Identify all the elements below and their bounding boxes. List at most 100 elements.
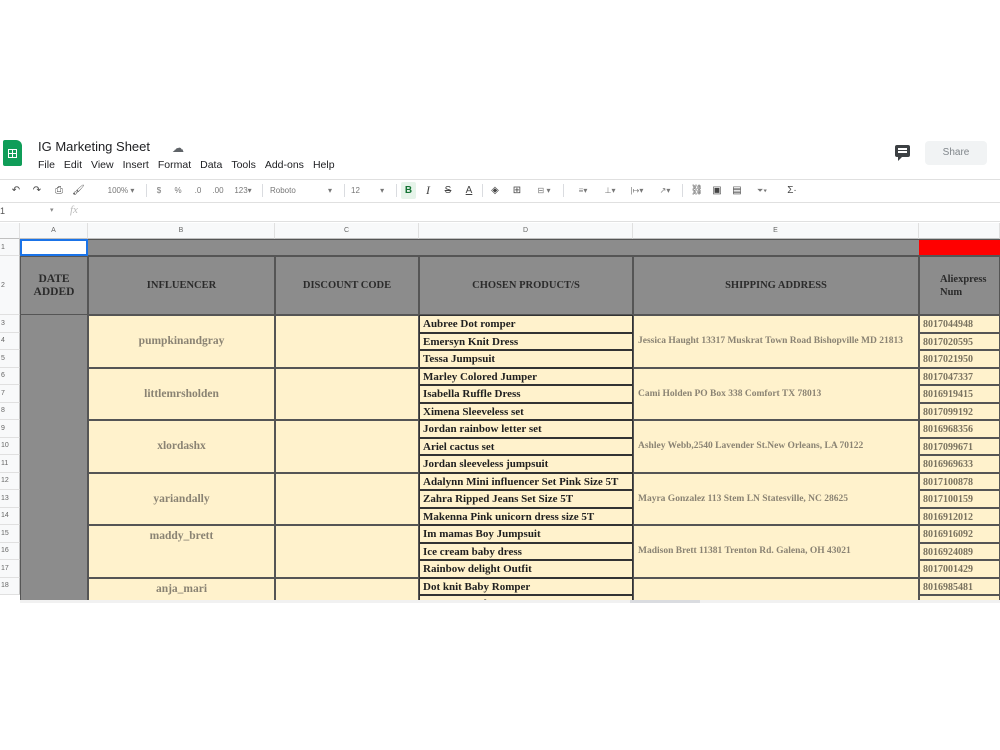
row-header[interactable]: 12 [0,472,20,490]
menu-view[interactable]: View [91,159,114,171]
aliexpress-number-cell[interactable]: 8016924089 [919,542,1000,560]
borders-icon[interactable]: ⊞ [510,182,524,199]
product-cell[interactable]: Ariel cactus set [419,437,633,455]
menu-data[interactable]: Data [200,159,222,171]
sheet-grid[interactable]: A B C D E 1 2 3 4 5 6 7 8 9 10 11 12 13 14 15 16 17 18 DATE ADD… [0,223,1000,603]
horizontal-scrollbar[interactable] [20,600,1000,603]
influencer-cell[interactable]: maddy_brett [88,525,275,578]
row-header[interactable]: 5 [0,350,20,368]
cloud-status-icon[interactable]: ☁ [172,141,184,155]
paint-format-icon[interactable]: 🖌 [72,182,85,199]
row-header[interactable]: 14 [0,507,20,525]
insert-comment-icon[interactable]: ▣ [710,182,724,199]
scrollbar-thumb[interactable] [630,600,700,603]
shipping-address-cell[interactable]: Madison Brett 11381 Trenton Rd. Galena, … [633,525,919,578]
row-header[interactable]: 1 [0,239,20,256]
shipping-address-cell[interactable]: Ashley Webb,2540 Lavender St.New Orleans… [633,420,919,473]
row1-cell[interactable] [633,239,919,256]
vertical-align-icon[interactable]: ⊥▾ [599,182,621,199]
horizontal-align-icon[interactable]: ≡▾ [572,182,594,199]
text-rotate-icon[interactable]: ↗▾ [654,182,676,199]
name-box-dropdown-icon[interactable]: ▾ [50,206,54,214]
product-cell[interactable]: Adalynn Mini influencer Set Pink Size 5T [419,472,633,490]
discount-code-cell[interactable] [275,420,419,473]
column-header-c[interactable]: C [275,223,419,239]
row1-cell[interactable] [88,239,275,256]
product-cell[interactable]: Jordan sleeveless jumpsuit [419,455,633,473]
undo-icon[interactable]: ↶ [10,182,22,199]
product-cell[interactable]: Rainbow delight Outfit [419,560,633,578]
row1-cell[interactable] [275,239,419,256]
redo-icon[interactable]: ↷ [31,182,43,199]
merge-cells-icon[interactable]: ⊟ ▾ [532,182,556,199]
row-header[interactable]: 11 [0,455,20,473]
font-size-select[interactable]: 12 ▾ [351,182,393,199]
currency-button[interactable]: $ [154,182,164,199]
aliexpress-number-cell[interactable]: 8017099192 [919,402,1000,420]
influencer-cell[interactable]: pumpkinandgray [88,315,275,368]
column-header-d[interactable]: D [419,223,633,239]
aliexpress-number-cell[interactable]: 8017099671 [919,437,1000,455]
name-box[interactable]: 1 [0,206,5,216]
shipping-address-cell[interactable]: Cami Holden PO Box 338 Comfort TX 78013 [633,367,919,420]
font-select[interactable]: Roboto ▾ [270,182,340,199]
shipping-address-cell[interactable]: Mayra Gonzalez 113 Stem LN Statesville, … [633,472,919,525]
strikethrough-button[interactable]: S [442,182,454,199]
row-header[interactable]: 2 [0,256,20,315]
share-button[interactable]: Share [925,141,987,165]
product-cell[interactable]: Ximena Sleeveless set [419,402,633,420]
row-header[interactable]: 13 [0,490,20,508]
discount-code-cell[interactable] [275,525,419,578]
print-icon[interactable]: ⎙ [53,182,65,199]
header-chosen-products[interactable]: CHOSEN PRODUCT/S [419,256,633,315]
row-header[interactable]: 7 [0,385,20,403]
header-aliexpress-number[interactable]: Aliexpress Num [919,256,1000,315]
row-header[interactable]: 18 [0,577,20,595]
filter-icon[interactable]: ⏷▾ [751,182,773,199]
discount-code-cell[interactable] [275,472,419,525]
aliexpress-number-cell[interactable]: 8016919415 [919,385,1000,403]
comment-history-icon[interactable] [895,145,910,161]
column-header-b[interactable]: B [88,223,275,239]
menu-insert[interactable]: Insert [123,159,149,171]
text-color-button[interactable]: A [462,182,476,199]
menu-format[interactable]: Format [158,159,191,171]
aliexpress-number-cell[interactable]: 8016912012 [919,507,1000,525]
functions-button[interactable]: Σ· [782,182,802,199]
row-header[interactable]: 9 [0,420,20,438]
product-cell[interactable]: Emersyn Knit Dress [419,332,633,350]
row-header[interactable]: 6 [0,367,20,385]
row-header[interactable]: 15 [0,525,20,543]
product-cell[interactable]: Zahra Ripped Jeans Set Size 5T [419,490,633,508]
product-cell[interactable]: Ice cream baby dress [419,542,633,560]
insert-link-icon[interactable]: ⛓ [690,182,704,199]
aliexpress-number-cell[interactable]: 8016969633 [919,455,1000,473]
product-cell[interactable]: Dot knit Baby Romper [419,577,633,595]
product-cell[interactable]: Isabella Ruffle Dress [419,385,633,403]
select-all-corner[interactable] [0,223,20,239]
aliexpress-number-cell[interactable]: 8016916092 [919,525,1000,543]
menu-edit[interactable]: Edit [64,159,82,171]
increase-decimal-button[interactable]: .00 [210,182,226,199]
zoom-select[interactable]: 100% ▾ [101,182,141,199]
menu-help[interactable]: Help [313,159,335,171]
product-cell[interactable]: Tessa Jumpsuit [419,350,633,368]
column-header-e[interactable]: E [633,223,919,239]
influencer-cell[interactable]: littlemrsholden [88,367,275,420]
row-header[interactable]: 17 [0,560,20,578]
row1-cell-highlight[interactable] [919,239,1000,256]
fill-color-icon[interactable]: ◈ [488,182,502,199]
row-header[interactable]: 10 [0,437,20,455]
aliexpress-number-cell[interactable]: 8017047337 [919,367,1000,385]
row1-cell[interactable] [419,239,633,256]
discount-code-cell[interactable] [275,367,419,420]
row-header[interactable]: 16 [0,542,20,560]
product-cell[interactable]: Makenna Pink unicorn dress size 5T [419,507,633,525]
insert-chart-icon[interactable]: ▤ [730,182,744,199]
product-cell[interactable]: Im mamas Boy Jumpsuit [419,525,633,543]
number-format-select[interactable]: 123▾ [231,182,255,199]
italic-button[interactable]: I [422,182,434,199]
menu-addons[interactable]: Add-ons [265,159,304,171]
row-header[interactable]: 8 [0,402,20,420]
document-title[interactable]: IG Marketing Sheet [38,139,150,154]
